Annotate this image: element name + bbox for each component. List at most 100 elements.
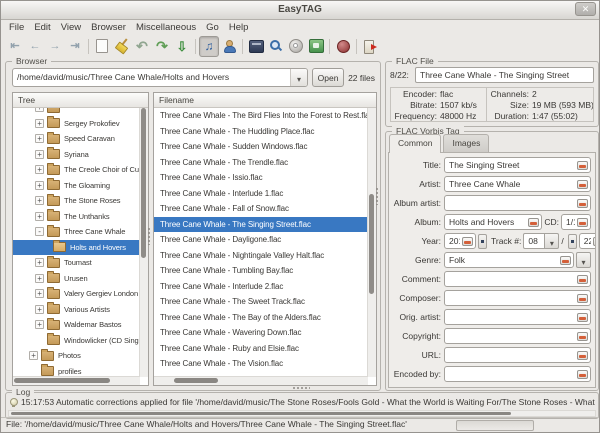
close-icon[interactable]: ✕: [575, 2, 596, 16]
go-first-file-icon[interactable]: ⇤: [5, 36, 25, 57]
tree-item[interactable]: + The Unthanks: [13, 209, 140, 225]
track-total-field[interactable]: 22: [578, 233, 595, 249]
apply-to-selection-icon[interactable]: [577, 350, 588, 360]
file-horizontal-scrollbar[interactable]: [154, 376, 368, 385]
expander-icon[interactable]: +: [35, 211, 44, 221]
tab-images[interactable]: Images: [443, 134, 490, 152]
apply-to-selection-icon[interactable]: [577, 274, 588, 284]
apply-to-selection-icon[interactable]: [528, 217, 540, 227]
save-files-icon[interactable]: ⇩: [172, 36, 192, 57]
file-row[interactable]: Three Cane Whale - Interlude 2.flac: [154, 279, 368, 295]
apply-to-selection-icon[interactable]: [577, 179, 588, 189]
file-row[interactable]: Three Cane Whale - The Trendle.flac: [154, 155, 368, 171]
file-row[interactable]: Three Cane Whale - The Vision.flac: [154, 356, 368, 372]
apply-to-selection-icon[interactable]: [577, 331, 588, 341]
expander-icon[interactable]: +: [35, 118, 44, 128]
tree-item[interactable]: +Valery Gergiev London Symp: [13, 286, 140, 302]
track-dropdown-icon[interactable]: [544, 233, 560, 249]
cd-search-icon[interactable]: [286, 36, 306, 57]
file-row[interactable]: Three Cane Whale - Sudden Windows.flac: [154, 139, 368, 155]
chevron-down-icon[interactable]: [290, 69, 308, 86]
menu-file[interactable]: File: [9, 22, 24, 33]
expander-icon[interactable]: +: [35, 320, 44, 330]
file-row[interactable]: Three Cane Whale - Ruby and Elsie.flac: [154, 341, 368, 357]
scrollbar-thumb[interactable]: [11, 412, 511, 415]
file-vertical-scrollbar[interactable]: [367, 108, 376, 377]
expander-icon[interactable]: +: [35, 258, 44, 268]
file-row[interactable]: Three Cane Whale - The Sweet Track.flac: [154, 294, 368, 310]
file-row[interactable]: Three Cane Whale - Issio.flac: [154, 170, 368, 186]
tree-item[interactable]: + Urusen: [13, 271, 140, 287]
tab-common[interactable]: Common: [389, 134, 442, 153]
pane-splitter[interactable]: [375, 187, 379, 205]
menu-edit[interactable]: Edit: [34, 22, 50, 33]
file-row[interactable]: Three Cane Whale - Tumbling Bay.flac: [154, 263, 368, 279]
find-files-icon[interactable]: [266, 36, 286, 57]
apply-to-selection-icon[interactable]: [577, 293, 588, 303]
tree-item[interactable]: Windowlicker (CD Single): [13, 333, 140, 349]
apply-to-selection-icon[interactable]: [462, 236, 473, 246]
copyright-field[interactable]: [444, 328, 591, 344]
tree-item[interactable]: +: [13, 108, 140, 116]
path-input[interactable]: /home/david/music/Three Cane Whale/Holts…: [13, 69, 290, 86]
expander-icon[interactable]: +: [35, 149, 44, 159]
file-row[interactable]: Three Cane Whale - The Singing Street.fl…: [154, 216, 368, 232]
filename-field[interactable]: Three Cane Whale - The Singing Street: [415, 67, 594, 83]
tree-column-header[interactable]: Tree: [13, 93, 148, 108]
expander-icon[interactable]: +: [35, 289, 44, 299]
remove-tags-icon[interactable]: [112, 36, 132, 57]
expander-icon[interactable]: +: [35, 196, 44, 206]
cd-field[interactable]: 1/1: [561, 214, 591, 230]
tree-item[interactable]: Holts and Hovers: [13, 239, 140, 255]
genre-field[interactable]: Folk: [444, 252, 574, 268]
menu-view[interactable]: View: [61, 22, 81, 33]
tree-item[interactable]: + Waldemar Bastos: [13, 317, 140, 333]
cddb-search-icon[interactable]: [219, 36, 239, 57]
filename-column-header[interactable]: Filename: [154, 93, 376, 108]
menu-help[interactable]: Help: [229, 22, 249, 33]
apply-to-selection-icon[interactable]: [560, 255, 571, 265]
menu-go[interactable]: Go: [206, 22, 219, 33]
apply-to-selection-icon[interactable]: [577, 217, 588, 227]
undo-icon[interactable]: ↶: [132, 36, 152, 57]
genre-dropdown-icon[interactable]: [576, 252, 591, 268]
tiny-toggle-button[interactable]: [478, 233, 487, 249]
apply-to-selection-icon[interactable]: [592, 236, 595, 246]
comment-field[interactable]: [444, 271, 591, 287]
file-row[interactable]: Three Cane Whale - Fall of Snow.flac: [154, 201, 368, 217]
expander-icon[interactable]: -: [35, 227, 44, 237]
file-row[interactable]: Three Cane Whale - Interlude 1.flac: [154, 186, 368, 202]
tree-item[interactable]: + Various Artists: [13, 302, 140, 318]
expander-icon[interactable]: +: [35, 165, 44, 175]
tree-item[interactable]: + Toumast: [13, 255, 140, 271]
artist-field[interactable]: Three Cane Whale: [444, 176, 591, 192]
track-field[interactable]: 08: [523, 233, 546, 249]
expander-icon[interactable]: +: [35, 108, 44, 113]
redo-icon[interactable]: ↷: [152, 36, 172, 57]
tree-item[interactable]: + The Gloaming: [13, 178, 140, 194]
file-row[interactable]: Three Cane Whale - The Bird Flies Into t…: [154, 108, 368, 124]
tree-item[interactable]: + Sergey Prokofiev: [13, 116, 140, 132]
tree-item[interactable]: + Syriana: [13, 147, 140, 163]
pane-splitter[interactable]: [292, 386, 310, 390]
tree-item[interactable]: + Photos: [13, 348, 140, 364]
file-row[interactable]: Three Cane Whale - The Huddling Place.fl…: [154, 124, 368, 140]
file-row[interactable]: Three Cane Whale - The Bay of the Alders…: [154, 310, 368, 326]
scrollbar-thumb[interactable]: [14, 378, 110, 383]
expander-icon[interactable]: +: [29, 351, 38, 361]
tree-horizontal-scrollbar[interactable]: [13, 376, 140, 385]
invert-selection-icon[interactable]: [246, 36, 266, 57]
expander-icon[interactable]: +: [35, 304, 44, 314]
composer-field[interactable]: [444, 290, 591, 306]
go-previous-file-icon[interactable]: ←: [25, 36, 45, 57]
file-row[interactable]: Three Cane Whale - Wavering Down.flac: [154, 325, 368, 341]
url-field[interactable]: [444, 347, 591, 363]
expander-icon[interactable]: +: [35, 273, 44, 283]
apply-to-selection-icon[interactable]: [577, 160, 588, 170]
orig-artist-field[interactable]: [444, 309, 591, 325]
tree-item[interactable]: + The Stone Roses: [13, 193, 140, 209]
reload-directory-icon[interactable]: [306, 36, 326, 57]
apply-to-selection-icon[interactable]: [577, 369, 588, 379]
pane-splitter[interactable]: [147, 227, 151, 245]
menu-miscellaneous[interactable]: Miscellaneous: [136, 22, 196, 33]
